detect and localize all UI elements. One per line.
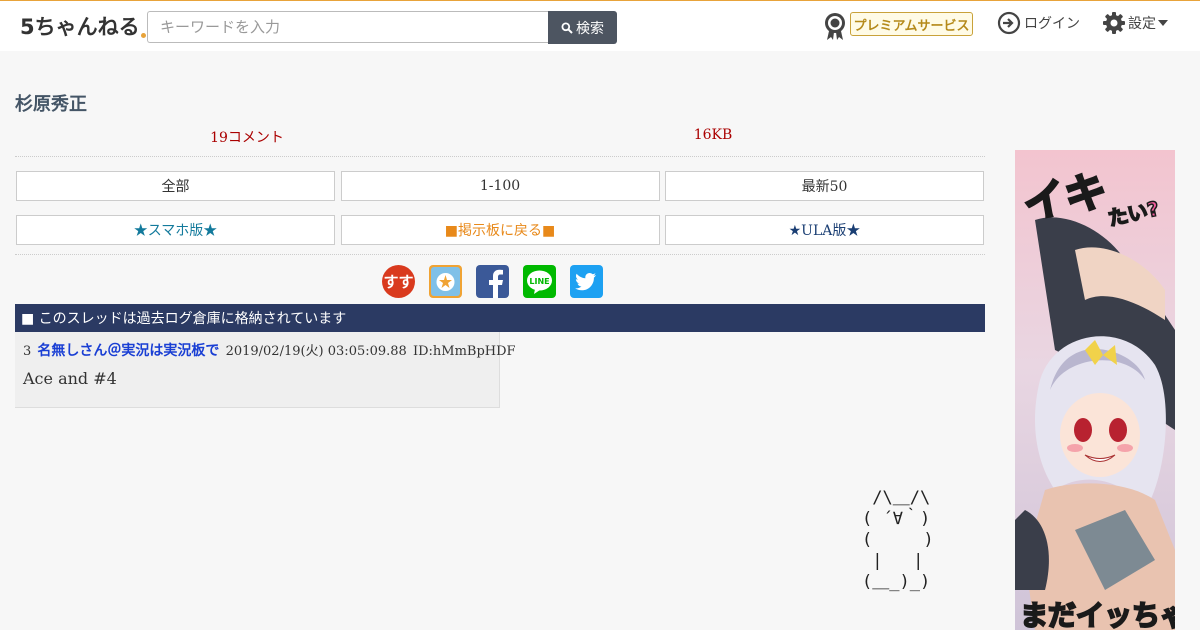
logo-text: 5ちゃんねる (20, 15, 140, 39)
search-button[interactable]: 検索 (548, 11, 617, 44)
search-icon (561, 22, 573, 34)
archive-notice: ■ このスレッドは過去ログ倉庫に格納されています (15, 304, 985, 332)
thread-title: 杉原秀正 (15, 94, 87, 115)
show-1-100-button[interactable]: 1-100 (340, 171, 660, 201)
post-author: 名無しさん＠実況は実況板で (37, 343, 220, 359)
ad-text-bottom: まだイッちゃ (1020, 599, 1175, 630)
version-nav: ★スマホ版★ ■掲示板に戻る■ ★ULA版★ (15, 215, 985, 245)
share-bar: すす LINE (382, 265, 603, 298)
bookmark-icon[interactable] (429, 265, 462, 298)
ad-image: イキ たい? まだイッちゃ (1015, 150, 1175, 630)
comment-count: 19コメント (210, 130, 284, 146)
show-all-button[interactable]: 全部 (16, 171, 335, 201)
sukusuku-icon[interactable]: すす (382, 265, 415, 298)
ula-version-button[interactable]: ★ULA版★ (665, 215, 984, 245)
premium-service-button[interactable]: プレミアムサービス (850, 12, 973, 36)
login-label: ログイン (1024, 16, 1080, 32)
range-nav: 全部 1-100 最新50 (15, 171, 985, 201)
caret-down-icon (1158, 20, 1168, 26)
top-bar: 5ちゃんねる 検索 プレミアムサービス ログイン 設定 (0, 0, 1200, 51)
logo-dot (140, 33, 146, 38)
login-icon (997, 11, 1021, 35)
gear-icon (1103, 12, 1125, 34)
search-input[interactable] (147, 11, 549, 43)
post-body: Ace and #4 (23, 369, 117, 388)
thread-size: 16KB (693, 127, 733, 143)
line-icon[interactable]: LINE (523, 265, 556, 298)
smartphone-version-button[interactable]: ★スマホ版★ (16, 215, 335, 245)
post: 3 名無しさん＠実況は実況板で 2019/02/19(火) 03:05:09.8… (15, 332, 516, 408)
post-number[interactable]: 3 (23, 344, 31, 359)
svg-text:すす: すす (383, 273, 413, 291)
premium-badge-icon[interactable] (823, 11, 847, 41)
ad-banner[interactable]: イキ たい? まだイッちゃ (1015, 150, 1175, 630)
facebook-icon[interactable] (476, 265, 509, 298)
post-datetime: 2019/02/19(火) 03:05:09.88 (225, 344, 407, 359)
ascii-art-cat: /\＿/\ ( ´∀｀) ( ) | | (＿_)_) (862, 488, 934, 592)
settings-label: 設定 (1128, 16, 1156, 32)
search-button-label: 検索 (576, 20, 604, 37)
latest-50-button[interactable]: 最新50 (665, 171, 984, 201)
back-to-board-button[interactable]: ■掲示板に戻る■ (340, 215, 660, 245)
settings-menu[interactable]: 設定 (1102, 11, 1168, 35)
divider (15, 254, 985, 255)
post-id[interactable]: ID:hMmBpHDF (413, 344, 516, 359)
site-logo[interactable]: 5ちゃんねる (20, 11, 146, 41)
line-icon-text: LINE (529, 277, 549, 286)
thread-meta: 19コメント 16KB (15, 126, 985, 157)
login-link[interactable]: ログイン (997, 11, 1080, 35)
twitter-icon[interactable] (570, 265, 603, 298)
post-header: 3 名無しさん＠実況は実況板で 2019/02/19(火) 03:05:09.8… (23, 340, 516, 360)
